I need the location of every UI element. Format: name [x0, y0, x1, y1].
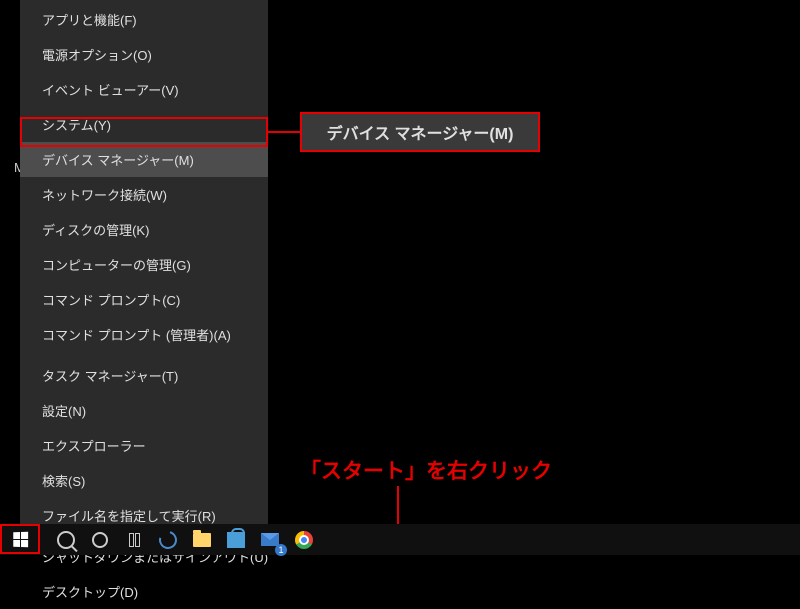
folder-icon [193, 533, 211, 547]
menu-item-search[interactable]: 検索(S) [20, 463, 268, 498]
taskbar-chrome-button[interactable] [290, 526, 318, 554]
taskbar-taskview-button[interactable] [120, 526, 148, 554]
menu-item-settings[interactable]: 設定(N) [20, 393, 268, 428]
taskbar-cortana-button[interactable] [86, 526, 114, 554]
menu-item-command-prompt[interactable]: コマンド プロンプト(C) [20, 282, 268, 317]
menu-item-event-viewer[interactable]: イベント ビューアー(V) [20, 72, 268, 107]
taskbar-edge-button[interactable] [154, 526, 182, 554]
store-icon [227, 532, 245, 548]
taskbar-pinned-apps [52, 526, 318, 554]
menu-item-system[interactable]: システム(Y) [20, 107, 268, 142]
annotation-instruction-text: 「スタート」を右クリック [300, 455, 552, 485]
menu-item-computer-management[interactable]: コンピューターの管理(G) [20, 247, 268, 282]
taskbar-explorer-button[interactable] [188, 526, 216, 554]
menu-item-device-manager[interactable]: デバイス マネージャー(M) [20, 142, 268, 177]
menu-item-apps-features[interactable]: アプリと機能(F) [20, 2, 268, 37]
taskbar-search-button[interactable] [52, 526, 80, 554]
mail-icon [261, 533, 279, 546]
annotation-callout-box: デバイス マネージャー(M) [300, 112, 540, 152]
taskview-icon [129, 533, 140, 547]
menu-item-command-prompt-admin[interactable]: コマンド プロンプト (管理者)(A) [20, 317, 268, 352]
menu-item-network-connections[interactable]: ネットワーク接続(W) [20, 177, 268, 212]
search-icon [57, 531, 75, 549]
menu-item-task-manager[interactable]: タスク マネージャー(T) [20, 358, 268, 393]
start-button[interactable] [0, 524, 40, 555]
annotation-connector-line [268, 131, 300, 133]
taskbar-store-button[interactable] [222, 526, 250, 554]
taskbar [0, 524, 800, 555]
menu-item-disk-management[interactable]: ディスクの管理(K) [20, 212, 268, 247]
menu-item-power-options[interactable]: 電源オプション(O) [20, 37, 268, 72]
winx-power-menu: アプリと機能(F) 電源オプション(O) イベント ビューアー(V) システム(… [20, 0, 268, 524]
taskbar-mail-button[interactable] [256, 526, 284, 554]
edge-icon [156, 527, 181, 552]
chrome-icon [295, 531, 313, 549]
cortana-icon [92, 532, 108, 548]
annotation-pointer-line-vertical [397, 486, 399, 524]
annotation-callout-text: デバイス マネージャー(M) [327, 120, 514, 144]
windows-logo-icon [13, 532, 28, 547]
menu-item-desktop[interactable]: デスクトップ(D) [20, 574, 268, 609]
menu-item-explorer[interactable]: エクスプローラー [20, 428, 268, 463]
